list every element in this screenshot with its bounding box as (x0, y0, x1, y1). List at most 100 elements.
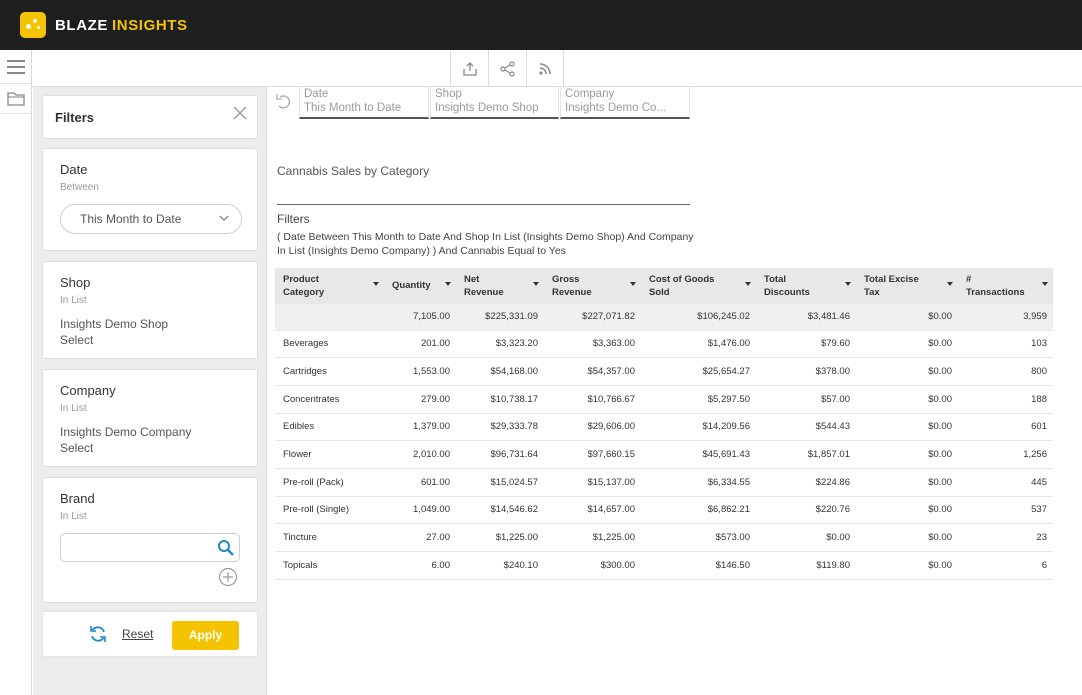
table-cell: Edibles (275, 413, 384, 442)
table-cell: 279.00 (384, 385, 456, 414)
company-filter-value[interactable]: Insights Demo Company (60, 424, 191, 440)
refresh-icon[interactable] (88, 624, 108, 644)
table-cell: $1,225.00 (456, 523, 544, 552)
sales-by-category-table: Product Category Quantity Net Revenue Gr… (275, 268, 1053, 580)
table-cell: $5,297.50 (641, 385, 756, 414)
sort-icon[interactable] (947, 282, 953, 286)
table-cell: $0.00 (756, 523, 856, 552)
table-cell: Concentrates (275, 385, 384, 414)
table-cell: $225,331.09 (456, 304, 544, 331)
date-filter-chip[interactable]: Date This Month to Date (299, 87, 429, 119)
table-row: Beverages 201.00 $3,323.20 $3,363.00 $1,476.… (275, 330, 1053, 359)
export-button[interactable] (450, 50, 488, 87)
sort-icon[interactable] (373, 282, 379, 286)
table-cell: $300.00 (544, 551, 641, 580)
rss-icon (538, 63, 551, 75)
folder-button[interactable] (0, 84, 31, 114)
table-cell: 601 (958, 413, 1053, 442)
shop-filter-value[interactable]: Insights Demo Shop (60, 316, 168, 332)
upload-icon (462, 61, 477, 76)
column-header[interactable]: Total Excise Tax (856, 268, 958, 304)
date-range-select[interactable]: This Month to Date (60, 204, 242, 234)
table-cell: $15,137.00 (544, 468, 641, 497)
apply-button[interactable]: Apply (172, 621, 239, 650)
table-cell: $10,766.67 (544, 385, 641, 414)
date-filter-operator: Between (60, 182, 99, 193)
undo-icon[interactable] (275, 93, 291, 109)
share-button[interactable] (488, 50, 526, 87)
column-header[interactable]: Net Revenue (456, 268, 544, 304)
table-header-row: Product Category Quantity Net Revenue Gr… (275, 268, 1053, 304)
table-cell: $0.00 (856, 304, 958, 331)
table-cell: $224.86 (756, 468, 856, 497)
reset-link[interactable]: Reset (122, 627, 153, 641)
shop-filter-card: Shop In List Insights Demo Shop Select (42, 261, 258, 359)
brand-filter-card: Brand In List (42, 477, 258, 603)
table-cell: 2,010.00 (384, 440, 456, 469)
table-cell: Pre-roll (Pack) (275, 468, 384, 497)
table-cell: $1,225.00 (544, 523, 641, 552)
table-cell: $29,333.78 (456, 413, 544, 442)
company-filter-chip[interactable]: Company Insights Demo Co... (560, 87, 690, 119)
table-cell: $14,209.56 (641, 413, 756, 442)
column-header[interactable]: Quantity (384, 268, 456, 304)
table-cell: $14,546.62 (456, 496, 544, 525)
table-cell: 445 (958, 468, 1053, 497)
table-cell: $15,024.57 (456, 468, 544, 497)
brand-filter-title: Brand (60, 491, 95, 506)
chevron-down-icon (219, 215, 229, 221)
hamburger-icon (6, 59, 25, 74)
table-cell: Pre-roll (Single) (275, 496, 384, 525)
table-cell: $0.00 (856, 385, 958, 414)
table-cell: 800 (958, 357, 1053, 386)
table-cell: $1,476.00 (641, 330, 756, 359)
sort-icon[interactable] (845, 282, 851, 286)
company-filter-select[interactable]: Select (60, 440, 93, 456)
table-cell: $146.50 (641, 551, 756, 580)
table-cell: 1,553.00 (384, 357, 456, 386)
menu-button[interactable] (0, 50, 31, 84)
company-filter-operator: In List (60, 403, 87, 414)
left-rail (0, 50, 32, 695)
sort-icon[interactable] (533, 282, 539, 286)
column-header[interactable]: Gross Revenue (544, 268, 641, 304)
table-cell: 537 (958, 496, 1053, 525)
column-header[interactable]: Total Discounts (756, 268, 856, 304)
search-icon[interactable] (217, 539, 234, 556)
table-row: Pre-roll (Single) 1,049.00 $14,546.62 $14,6… (275, 496, 1053, 525)
shop-filter-chip[interactable]: Shop Insights Demo Shop (430, 87, 559, 119)
table-cell: 7,105.00 (384, 304, 456, 331)
column-header[interactable]: Cost of Goods Sold (641, 268, 756, 304)
folder-icon (6, 92, 25, 106)
table-row: Topicals 6.00 $240.10 $300.00 $146.50 $119.80… (275, 551, 1053, 580)
add-circle-icon[interactable] (218, 567, 238, 587)
table-cell: 201.00 (384, 330, 456, 359)
table-cell: $0.00 (856, 413, 958, 442)
sort-icon[interactable] (1042, 282, 1048, 286)
company-filter-title: Company (60, 383, 116, 398)
sort-icon[interactable] (630, 282, 636, 286)
brand-search-input[interactable] (60, 533, 240, 562)
table-cell: $3,363.00 (544, 330, 641, 359)
table-cell: $6,334.55 (641, 468, 756, 497)
table-cell: $0.00 (856, 551, 958, 580)
shop-chip-value: Insights Demo Shop (435, 102, 539, 114)
table-cell: $220.76 (756, 496, 856, 525)
shop-filter-select[interactable]: Select (60, 332, 93, 348)
column-header[interactable]: # Transactions (958, 268, 1053, 304)
shop-filter-operator: In List (60, 295, 87, 306)
table-row: Cartridges 1,553.00 $54,168.00 $54,357.00 $2… (275, 357, 1053, 386)
report-filters-description: ( Date Between This Month to Date And Sh… (277, 231, 694, 257)
table-cell: Topicals (275, 551, 384, 580)
column-header[interactable]: Product Category (275, 268, 384, 304)
table-row: Concentrates 279.00 $10,738.17 $10,766.67 $5… (275, 385, 1053, 414)
table-cell: 601.00 (384, 468, 456, 497)
report-toolbar (32, 50, 1082, 87)
close-icon[interactable] (231, 104, 249, 122)
sort-icon[interactable] (445, 282, 451, 286)
table-cell: $0.00 (856, 496, 958, 525)
table-row: Edibles 1,379.00 $29,333.78 $29,606.00 $14,2… (275, 413, 1053, 442)
table-cell: 6 (958, 551, 1053, 580)
rss-button[interactable] (526, 50, 564, 87)
sort-icon[interactable] (745, 282, 751, 286)
